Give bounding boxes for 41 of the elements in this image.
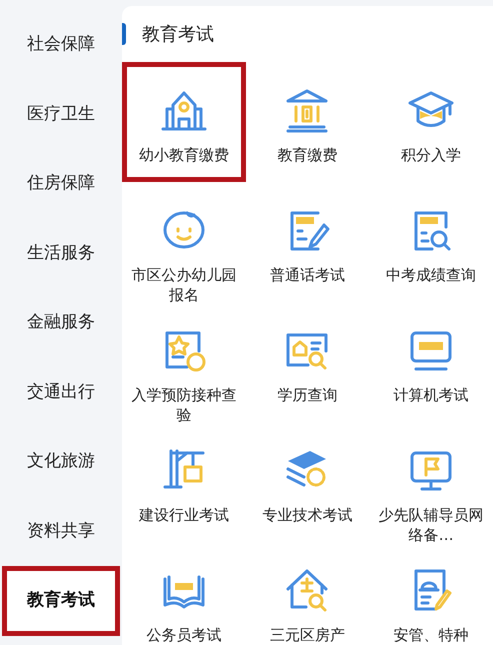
tile-label: 三元区房产 bbox=[268, 625, 346, 645]
tile-label: 专业技术考试 bbox=[261, 505, 354, 525]
sidebar-item[interactable]: 教育考试 bbox=[2, 566, 120, 636]
tile-label: 安管、特种 bbox=[392, 625, 470, 645]
tile-label: 学历查询 bbox=[276, 385, 338, 405]
service-tile[interactable]: 计算机考试 bbox=[369, 302, 493, 422]
service-tile[interactable]: 三元区房产 bbox=[246, 542, 370, 645]
tile-label: 幼小教育缴费 bbox=[138, 145, 230, 165]
sidebar-item[interactable]: 社会保障 bbox=[2, 10, 120, 80]
service-tile[interactable]: 普通话考试 bbox=[246, 182, 370, 302]
sidebar-item[interactable]: 医疗卫生 bbox=[2, 80, 120, 149]
tile-label: 少先队辅导员网络备… bbox=[378, 505, 485, 545]
service-tile[interactable]: 少先队辅导员网络备… bbox=[369, 422, 493, 542]
section-marker bbox=[122, 23, 126, 45]
service-tile[interactable]: 学历查询 bbox=[246, 302, 370, 422]
sidebar-item[interactable]: 金融服务 bbox=[2, 288, 120, 358]
service-tile[interactable]: 入学预防接种查验 bbox=[122, 302, 246, 422]
tile-label: 中考成绩查询 bbox=[385, 265, 478, 285]
service-tile[interactable]: 教育缴费 bbox=[246, 62, 370, 182]
sidebar-item[interactable]: 资料共享 bbox=[2, 496, 120, 566]
service-tile[interactable]: 建设行业考试 bbox=[122, 422, 246, 542]
service-tile[interactable]: 专业技术考试 bbox=[246, 422, 370, 542]
service-tile[interactable]: 安管、特种 bbox=[369, 542, 493, 645]
tile-label: 普通话考试 bbox=[268, 265, 346, 285]
service-tile[interactable]: 幼小教育缴费 bbox=[122, 62, 246, 182]
service-tile[interactable]: 积分入学 bbox=[369, 62, 493, 182]
service-tile[interactable]: 市区公办幼儿园报名 bbox=[122, 182, 246, 302]
section-title: 教育考试 bbox=[142, 22, 214, 46]
tile-label: 公务员考试 bbox=[145, 625, 222, 645]
service-tile[interactable]: 中考成绩查询 bbox=[369, 182, 493, 302]
tile-label: 市区公办幼儿园报名 bbox=[130, 265, 238, 305]
tile-label: 积分入学 bbox=[400, 145, 462, 165]
tile-label: 计算机考试 bbox=[392, 385, 470, 405]
sidebar-item[interactable]: 生活服务 bbox=[2, 218, 120, 288]
sidebar-item[interactable]: 交通出行 bbox=[2, 358, 120, 427]
tile-label: 入学预防接种查验 bbox=[130, 385, 238, 425]
tile-label: 建设行业考试 bbox=[138, 505, 230, 525]
tile-label: 教育缴费 bbox=[276, 145, 338, 165]
sidebar-item[interactable]: 文化旅游 bbox=[2, 427, 120, 496]
service-tile[interactable]: 公务员考试 bbox=[122, 542, 246, 645]
sidebar-item[interactable]: 住房保障 bbox=[2, 149, 120, 218]
